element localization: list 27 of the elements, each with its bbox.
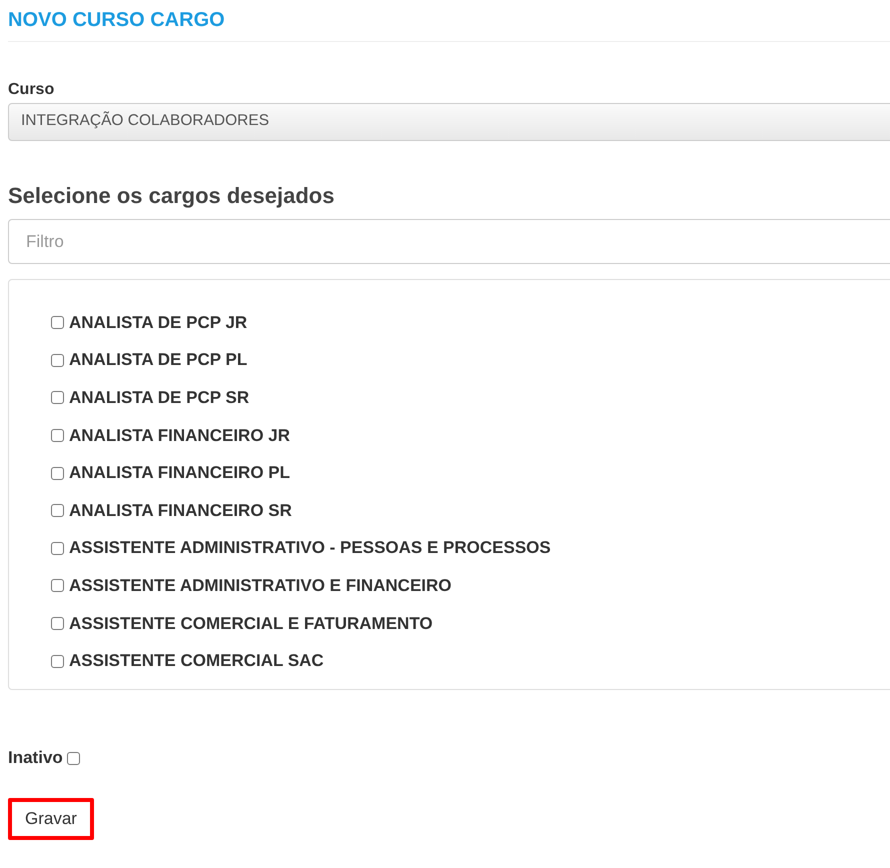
position-label: ANALISTA FINANCEIRO JR [69, 426, 290, 446]
course-select[interactable]: INTEGRAÇÃO COLABORADORES [8, 103, 890, 141]
position-label: ANALISTA DE PCP SR [69, 388, 250, 408]
position-label: ASSISTENTE ADMINISTRATIVO E FINANCEIRO [69, 576, 452, 596]
checkbox[interactable] [51, 429, 64, 442]
position-label: ANALISTA DE PCP PL [69, 350, 248, 370]
position-label: ANALISTA FINANCEIRO PL [69, 463, 290, 484]
checkbox[interactable] [51, 542, 64, 555]
checkbox[interactable] [51, 391, 64, 404]
page-title: NOVO CURSO CARGO [8, 8, 226, 33]
position-label: ASSISTENTE ADMINISTRATIVO - PESSOAS E PROCESSOS [69, 538, 551, 558]
filter-field[interactable]: Filtro [8, 219, 890, 264]
checkbox[interactable] [51, 354, 64, 367]
field-label: Curso [8, 81, 56, 99]
position-label: ANALISTA DE PCP JR [69, 312, 248, 333]
checkbox[interactable] [51, 654, 64, 668]
inactive-label: Inativo [8, 748, 63, 768]
position-label: ASSISTENTE COMERCIAL E FATURAMENTO [69, 614, 433, 634]
checkbox[interactable] [51, 316, 64, 330]
position-label: ASSISTENTE COMERCIAL SAC [69, 651, 324, 672]
position-label: ANALISTA FINANCEIRO SR [69, 500, 292, 521]
checkbox[interactable] [51, 579, 64, 592]
checkbox[interactable] [51, 466, 64, 480]
checkbox[interactable] [51, 617, 64, 630]
section-heading: Selecione os cargos desejados [8, 183, 336, 209]
checkbox[interactable] [51, 504, 64, 518]
save-button[interactable]: Gravar [8, 798, 94, 840]
